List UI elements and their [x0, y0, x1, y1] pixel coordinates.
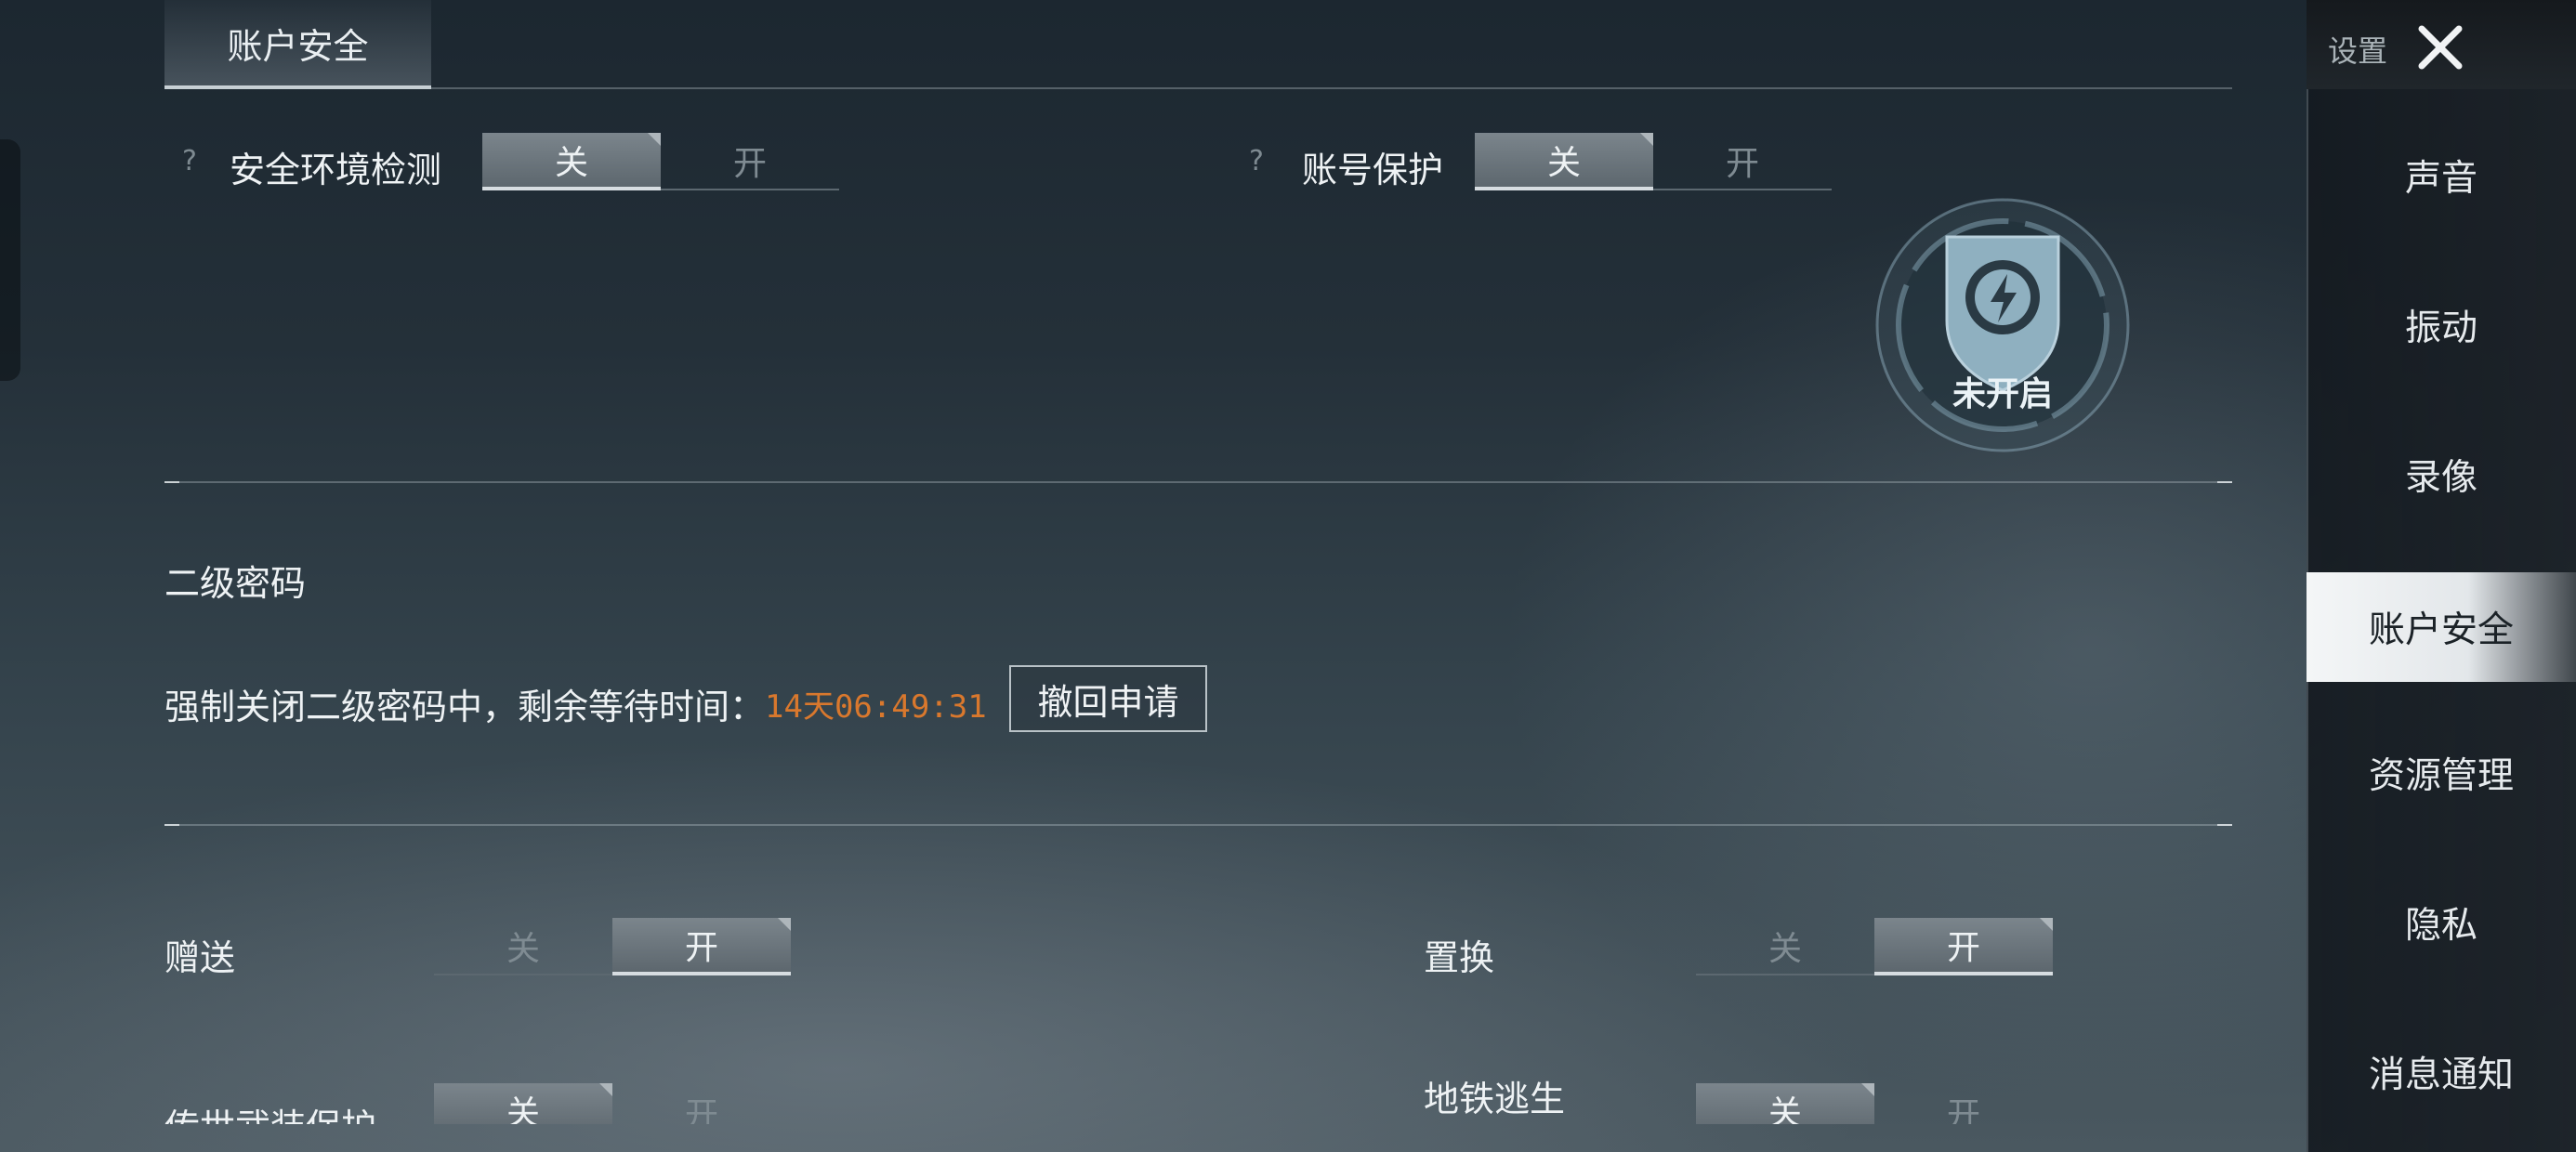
- gift-off[interactable]: 关: [434, 918, 612, 975]
- security-env-label: 安全环境检测: [230, 150, 442, 190]
- metro-escape-label: 地铁逃生: [1424, 1079, 1566, 1119]
- account-protect-label: 账号保护: [1302, 150, 1444, 190]
- help-icon[interactable]: ?: [182, 145, 197, 177]
- legendary-protect-toggle[interactable]: 关 开: [434, 1083, 791, 1124]
- sidebar-item-privacy[interactable]: 隐私: [2307, 868, 2576, 977]
- account-protect-toggle[interactable]: 关 开: [1475, 133, 1832, 190]
- divider: [164, 481, 2232, 483]
- second-password-title: 二级密码: [164, 563, 307, 604]
- sidebar-item-recording[interactable]: 录像: [2307, 420, 2576, 530]
- metro-escape-off[interactable]: 关: [1696, 1083, 1874, 1124]
- metro-escape-toggle[interactable]: 关 开: [1696, 1083, 2053, 1124]
- shield-lightning-icon: [1875, 198, 2130, 452]
- tab-account-security[interactable]: 账户安全: [164, 0, 431, 89]
- badge-status-text: 未开启: [1952, 375, 2053, 413]
- exchange-off[interactable]: 关: [1696, 918, 1874, 975]
- exchange-on[interactable]: 开: [1874, 918, 2053, 975]
- gift-label: 赠送: [164, 937, 236, 978]
- security-env-on[interactable]: 开: [661, 133, 839, 190]
- sidebar-item-account-security[interactable]: 账户安全: [2307, 572, 2576, 682]
- security-env-off[interactable]: 关: [482, 133, 661, 190]
- account-protect-off[interactable]: 关: [1475, 133, 1653, 190]
- legendary-protect-on[interactable]: 开: [612, 1083, 791, 1124]
- exchange-toggle[interactable]: 关 开: [1696, 918, 2053, 975]
- edge-handle: [0, 139, 20, 381]
- second-password-status-text: 强制关闭二级密码中，剩余等待时间：: [164, 687, 766, 727]
- metro-escape-on[interactable]: 开: [1874, 1083, 2053, 1124]
- help-icon[interactable]: ?: [1249, 145, 1264, 177]
- tab-underline: [164, 87, 2232, 89]
- second-password-status: 强制关闭二级密码中，剩余等待时间： 14天06:49:31: [164, 678, 987, 729]
- bottom-row-clip: 地铁逃生 传世武装保护 关 开 关 开: [0, 1050, 2307, 1124]
- account-protect-on[interactable]: 开: [1653, 133, 1832, 190]
- close-icon: [2418, 25, 2463, 70]
- security-env-toggle[interactable]: 关 开: [482, 133, 839, 190]
- countdown-timer: 14天06:49:31: [765, 688, 987, 726]
- settings-title: 设置: [2328, 33, 2388, 69]
- divider: [164, 824, 2232, 826]
- legendary-protect-off[interactable]: 关: [434, 1083, 612, 1124]
- legendary-protect-label: 传世武装保护: [164, 1098, 376, 1124]
- sidebar-item-notifications[interactable]: 消息通知: [2307, 1017, 2576, 1127]
- sidebar-item-resource-management[interactable]: 资源管理: [2307, 718, 2576, 828]
- sidebar-item-sound[interactable]: 声音: [2307, 121, 2576, 230]
- exchange-label: 置换: [1424, 937, 1495, 978]
- revoke-request-button[interactable]: 撤回申请: [1009, 665, 1207, 732]
- account-protect-badge: 未开启: [1868, 190, 2137, 460]
- close-button[interactable]: [2407, 19, 2474, 76]
- gift-toggle[interactable]: 关 开: [434, 918, 791, 975]
- gift-on[interactable]: 开: [612, 918, 791, 975]
- sidebar-item-vibration[interactable]: 振动: [2307, 270, 2576, 380]
